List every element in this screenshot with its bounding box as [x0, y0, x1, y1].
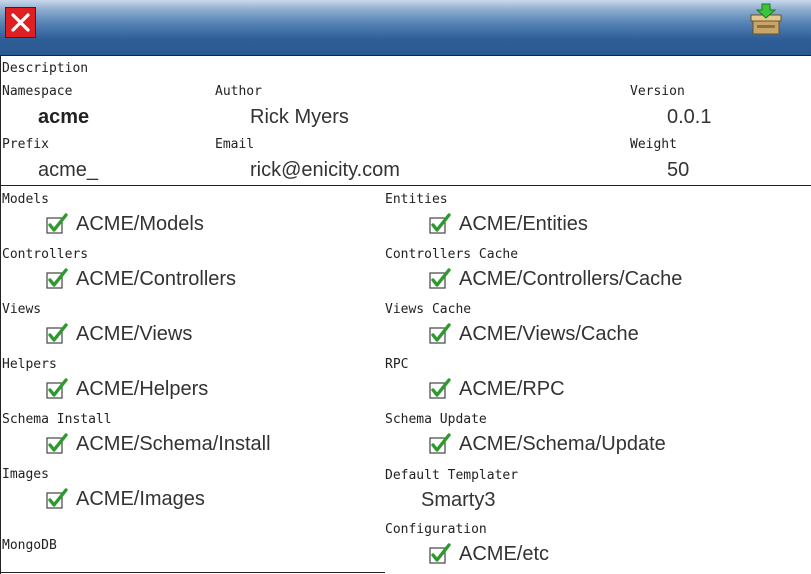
- controllers-checkbox[interactable]: [46, 268, 68, 290]
- prefix-label: Prefix: [2, 137, 49, 152]
- schema-update-value: ACME/Schema/Update: [459, 433, 666, 455]
- email-value: rick@enicity.com: [250, 159, 400, 181]
- bottom-divider: [0, 572, 385, 573]
- checkbox-checked-icon: [429, 213, 451, 234]
- close-icon: [11, 13, 30, 32]
- views-cache-value: ACME/Views/Cache: [459, 323, 639, 345]
- controllers-cache-value: ACME/Controllers/Cache: [459, 268, 683, 290]
- entities-checkbox[interactable]: [429, 213, 451, 235]
- checkbox-checked-icon: [46, 268, 68, 289]
- checkbox-checked-icon: [429, 543, 451, 564]
- controllers-cache-checkbox[interactable]: [429, 268, 451, 290]
- install-button[interactable]: [749, 3, 783, 37]
- install-box-icon: [750, 3, 782, 35]
- entities-value: ACME/Entities: [459, 213, 588, 235]
- prefix-value: acme_: [38, 159, 99, 181]
- views-label: Views: [2, 302, 42, 317]
- helpers-checkbox[interactable]: [46, 378, 68, 400]
- author-label: Author: [215, 84, 262, 99]
- controllers-label: Controllers: [2, 247, 89, 262]
- configuration-label: Configuration: [385, 522, 487, 537]
- schema-update-checkbox[interactable]: [429, 433, 451, 455]
- mongodb-label: MongoDB: [2, 538, 57, 553]
- models-value: ACME/Models: [76, 213, 204, 235]
- schema-install-checkbox[interactable]: [46, 433, 68, 455]
- models-checkbox[interactable]: [46, 213, 68, 235]
- images-label: Images: [2, 467, 49, 482]
- checkbox-checked-icon: [429, 268, 451, 289]
- version-value: 0.0.1: [667, 106, 712, 128]
- checkbox-checked-icon: [429, 378, 451, 399]
- models-label: Models: [2, 192, 49, 207]
- controllers-value: ACME/Controllers: [76, 268, 237, 290]
- views-cache-label: Views Cache: [385, 302, 472, 317]
- namespace-value: acme: [38, 106, 90, 128]
- rpc-label: RPC: [385, 357, 409, 372]
- helpers-label: Helpers: [2, 357, 57, 372]
- checkbox-checked-icon: [46, 433, 68, 454]
- schema-install-label: Schema Install: [2, 412, 112, 427]
- entities-label: Entities: [385, 192, 448, 207]
- weight-label: Weight: [630, 137, 677, 152]
- rpc-value: ACME/RPC: [459, 378, 565, 400]
- views-checkbox[interactable]: [46, 323, 68, 345]
- views-value: ACME/Views: [76, 323, 193, 345]
- checkbox-checked-icon: [46, 323, 68, 344]
- email-label: Email: [215, 137, 255, 152]
- images-value: ACME/Images: [76, 488, 205, 510]
- description-label: Description: [2, 61, 89, 76]
- default-templater-label: Default Templater: [385, 468, 519, 483]
- weight-value: 50: [667, 159, 690, 181]
- close-button[interactable]: [5, 7, 36, 38]
- checkbox-checked-icon: [46, 378, 68, 399]
- version-label: Version: [630, 84, 685, 99]
- checkbox-checked-icon: [46, 488, 68, 509]
- configuration-value: ACME/etc: [459, 543, 550, 565]
- views-cache-checkbox[interactable]: [429, 323, 451, 345]
- helpers-value: ACME/Helpers: [76, 378, 209, 400]
- window-titlebar: [0, 0, 811, 55]
- controllers-cache-label: Controllers Cache: [385, 247, 519, 262]
- checkbox-checked-icon: [46, 213, 68, 234]
- rpc-checkbox[interactable]: [429, 378, 451, 400]
- configuration-checkbox[interactable]: [429, 543, 451, 565]
- section-divider: [0, 185, 811, 186]
- default-templater-value: Smarty3: [421, 489, 496, 511]
- checkbox-checked-icon: [429, 433, 451, 454]
- schema-update-label: Schema Update: [385, 412, 487, 427]
- checkbox-checked-icon: [429, 323, 451, 344]
- namespace-label: Namespace: [2, 84, 73, 99]
- images-checkbox[interactable]: [46, 488, 68, 510]
- author-value: Rick Myers: [250, 106, 349, 128]
- schema-install-value: ACME/Schema/Install: [76, 433, 271, 455]
